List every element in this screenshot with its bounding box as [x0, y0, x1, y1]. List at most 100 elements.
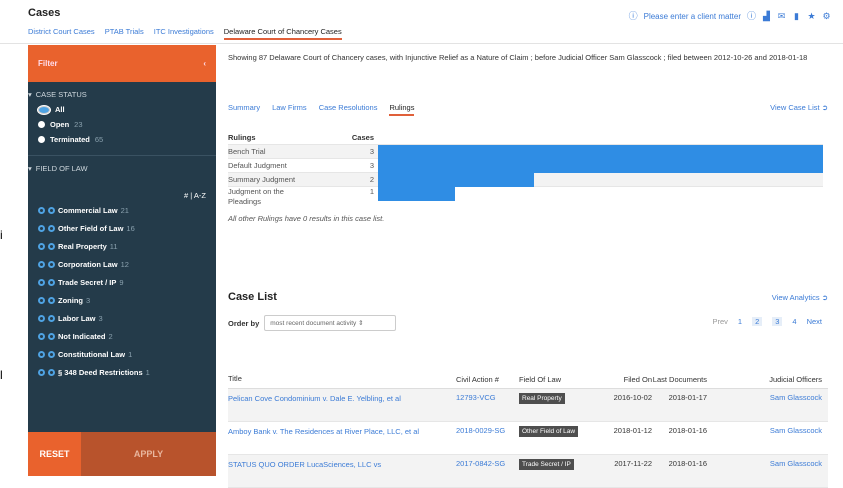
exclude-icon[interactable] [48, 369, 55, 376]
view-analytics-link[interactable]: View Analytics ➲ [772, 293, 828, 302]
tab-law-firms[interactable]: Law Firms [272, 103, 307, 116]
tab-case-resolutions[interactable]: Case Resolutions [319, 103, 378, 116]
chevron-left-icon[interactable]: ‹ [203, 59, 206, 68]
tab-district-court[interactable]: District Court Cases [28, 27, 95, 40]
law-filter-item[interactable]: Corporation Law 12 [34, 254, 216, 272]
law-filter-item[interactable]: Other Field of Law 16 [34, 218, 216, 236]
document-icon[interactable]: ▮ [792, 12, 801, 21]
filter-header[interactable]: Filter ‹ [28, 45, 216, 82]
ruling-bar[interactable] [378, 144, 823, 159]
col-title[interactable]: Title [228, 373, 456, 384]
law-filter-item[interactable]: § 348 Deed Restrictions 1 [34, 362, 216, 380]
tab-itc[interactable]: ITC Investigations [154, 27, 214, 40]
case-title-link[interactable]: Pelican Cove Condominium v. Dale E. Yelb… [228, 393, 456, 404]
page-3[interactable]: 3 [772, 317, 783, 326]
prev-page-button[interactable]: Prev [712, 317, 727, 326]
include-icon[interactable] [38, 315, 45, 322]
header-actions: ⓘ Please enter a client matter ⓘ ▟ ✉ ▮ ★… [629, 12, 831, 22]
include-icon[interactable] [38, 279, 45, 286]
tab-rulings[interactable]: Rulings [389, 103, 415, 116]
judicial-officer-link[interactable]: Sam Glasscock [707, 459, 828, 468]
ruling-bar[interactable] [378, 172, 534, 187]
status-open[interactable]: Open 23 [34, 117, 216, 132]
col-filed-on[interactable]: Filed On [604, 375, 652, 384]
top-bar: Cases District Court Cases PTAB Trials I… [0, 0, 843, 44]
page-2[interactable]: 2 [752, 317, 763, 326]
sort-toggle[interactable]: # | A-Z [28, 173, 216, 200]
judicial-officer-link[interactable]: Sam Glasscock [707, 426, 828, 435]
next-page-button[interactable]: Next [807, 317, 822, 326]
col-civil-action[interactable]: Civil Action # [456, 375, 519, 384]
tab-delaware-chancery[interactable]: Delaware Court of Chancery Cases [223, 27, 342, 40]
include-icon[interactable] [38, 369, 45, 376]
exclude-icon[interactable] [48, 351, 55, 358]
status-terminated[interactable]: Terminated 65 [34, 132, 216, 147]
rulings-column-header: Rulings [228, 132, 256, 142]
judicial-officer-link[interactable]: Sam Glasscock [707, 393, 828, 402]
ruling-bar[interactable] [378, 158, 823, 173]
include-icon[interactable] [38, 261, 45, 268]
page-title: Cases [28, 7, 61, 19]
exclude-icon[interactable] [48, 261, 55, 268]
col-last-documents[interactable]: Last Documents [652, 375, 707, 384]
apply-button[interactable]: APPLY [81, 432, 216, 476]
table-row: Pelican Cove Condominium v. Dale E. Yelb… [228, 389, 828, 422]
col-judicial-officers[interactable]: Judicial Officers [707, 375, 828, 384]
page-1[interactable]: 1 [738, 317, 742, 326]
include-icon[interactable] [38, 297, 45, 304]
include-icon[interactable] [38, 333, 45, 340]
radio-icon[interactable] [38, 121, 45, 128]
civil-action-link[interactable]: 2017-0842-SG [456, 459, 519, 468]
tab-summary[interactable]: Summary [228, 103, 260, 116]
last-documents: 2018-01-16 [668, 426, 707, 435]
order-by-select[interactable]: most recent document activity ⇕ [264, 315, 397, 331]
include-icon[interactable] [38, 225, 45, 232]
exclude-icon[interactable] [48, 333, 55, 340]
table-row: STATUS QUO ORDER LucaSciences, LLC vs 20… [228, 455, 828, 488]
status-all[interactable]: All [34, 102, 216, 117]
reset-button[interactable]: RESET [28, 432, 81, 476]
case-status-header[interactable]: ▾ CASE STATUS [28, 82, 216, 99]
include-icon[interactable] [38, 243, 45, 250]
tab-ptab[interactable]: PTAB Trials [105, 27, 144, 40]
radio-selected-icon[interactable] [38, 105, 50, 114]
client-matter-link[interactable]: Please enter a client matter [644, 12, 741, 21]
law-filter-item[interactable]: Constitutional Law 1 [34, 344, 216, 362]
settings-icon[interactable]: ⚙ [822, 12, 831, 21]
law-filter-item[interactable]: Real Property 11 [34, 236, 216, 254]
include-icon[interactable] [38, 207, 45, 214]
case-title-link[interactable]: Amboy Bank v. The Residences at River Pl… [228, 426, 456, 437]
ruling-row[interactable]: Summary Judgment 2 [228, 172, 823, 187]
law-filter-item[interactable]: Not Indicated 2 [34, 326, 216, 344]
radio-icon[interactable] [38, 136, 45, 143]
ruling-row[interactable]: Judgment on the Pleadings 1 [228, 186, 823, 208]
filed-on: 2016-10-02 [613, 393, 652, 402]
civil-action-link[interactable]: 12793-VCG [456, 393, 519, 402]
exclude-icon[interactable] [48, 315, 55, 322]
info-icon[interactable]: ⓘ [747, 12, 756, 21]
ruling-bar[interactable] [378, 187, 455, 201]
field-of-law-badge: Real Property [519, 393, 565, 404]
ruling-row[interactable]: Bench Trial 3 [228, 144, 823, 159]
ruling-row[interactable]: Default Judgment 3 [228, 158, 823, 173]
law-filter-item[interactable]: Trade Secret / IP 9 [34, 272, 216, 290]
include-icon[interactable] [38, 351, 45, 358]
exclude-icon[interactable] [48, 279, 55, 286]
exclude-icon[interactable] [48, 297, 55, 304]
mail-icon[interactable]: ✉ [777, 12, 786, 21]
col-field-of-law[interactable]: Field Of Law [519, 375, 604, 384]
law-filter-item[interactable]: Commercial Law 21 [34, 200, 216, 218]
star-icon[interactable]: ★ [807, 12, 816, 21]
exclude-icon[interactable] [48, 207, 55, 214]
field-of-law-header[interactable]: ▾ FIELD OF LAW [28, 156, 216, 173]
exclude-icon[interactable] [48, 225, 55, 232]
law-filter-item[interactable]: Labor Law 3 [34, 308, 216, 326]
info-icon[interactable]: ⓘ [629, 12, 638, 21]
chart-icon[interactable]: ▟ [762, 12, 771, 21]
civil-action-link[interactable]: 2018-0029-SG [456, 426, 519, 435]
case-title-link[interactable]: STATUS QUO ORDER LucaSciences, LLC vs [228, 459, 456, 470]
exclude-icon[interactable] [48, 243, 55, 250]
view-case-list-link[interactable]: View Case List ➲ [770, 103, 828, 112]
law-filter-item[interactable]: Zoning 3 [34, 290, 216, 308]
page-4[interactable]: 4 [792, 317, 796, 326]
